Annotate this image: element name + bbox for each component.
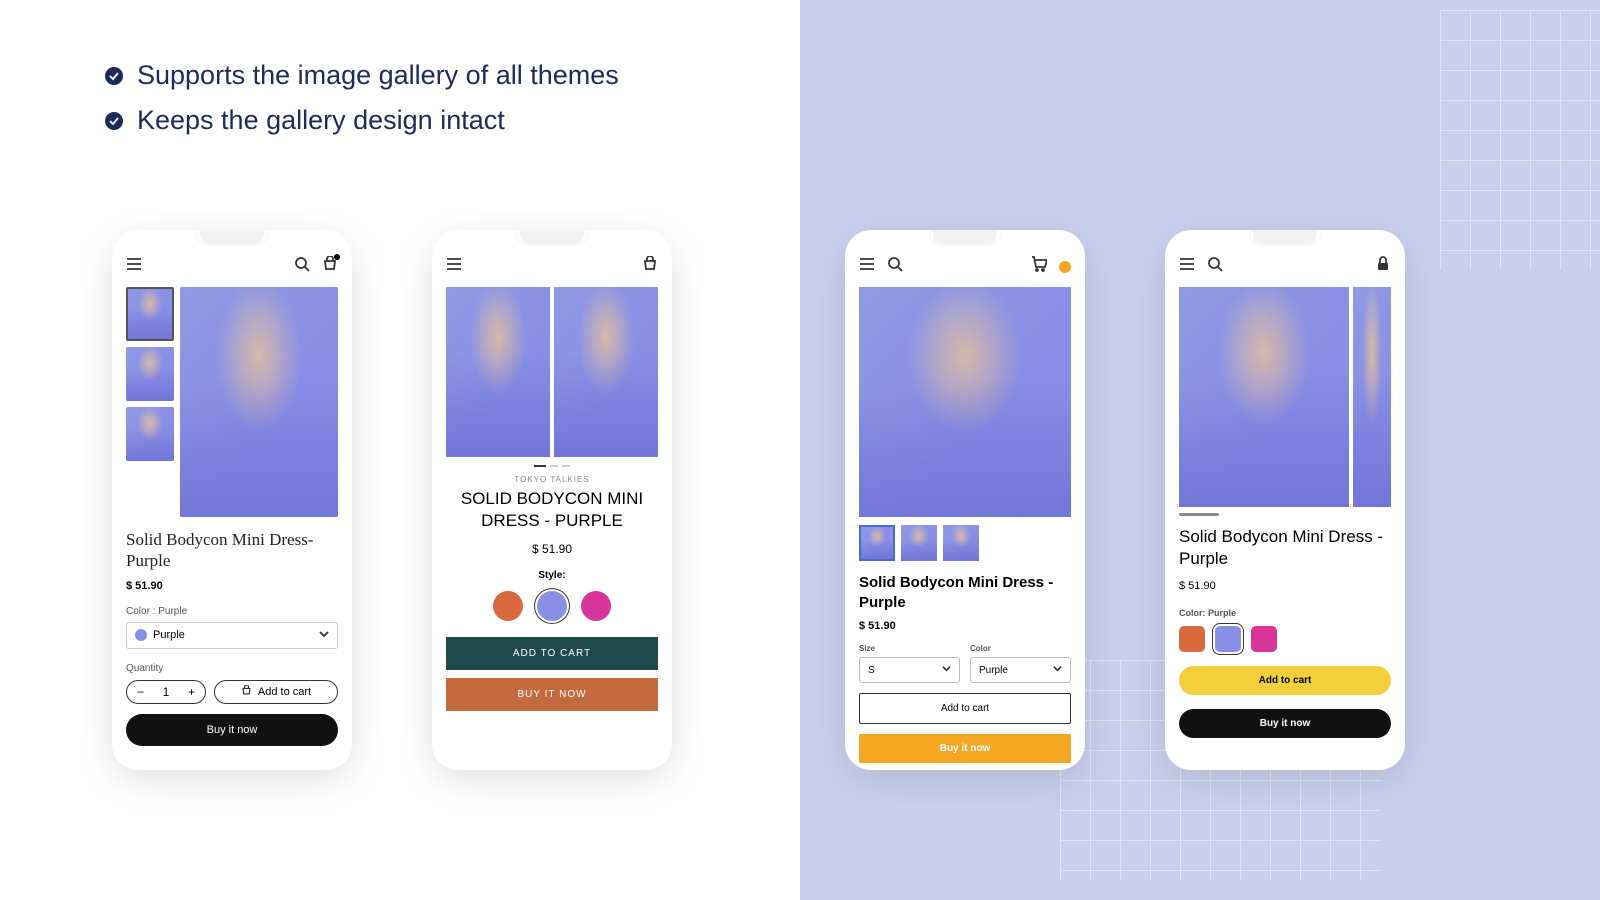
phone-notch [929, 230, 1001, 246]
search-icon[interactable] [887, 256, 903, 277]
search-icon[interactable] [1207, 256, 1223, 277]
phone-notch [196, 230, 268, 246]
left-panel: Supports the image gallery of all themes… [0, 0, 800, 900]
product-title: SOLID BODYCON MINI DRESS - PURPLE [446, 488, 658, 532]
menu-icon[interactable] [446, 256, 462, 277]
color-select[interactable]: Purple [126, 622, 338, 649]
color-select[interactable]: Purple [970, 657, 1071, 683]
thumbnail-list [859, 525, 1071, 561]
size-label: Size [859, 644, 960, 653]
add-to-cart-button[interactable]: Add to cart [859, 693, 1071, 724]
product-image[interactable] [554, 287, 658, 457]
style-label: Style: [446, 570, 658, 581]
right-panel: Solid Bodycon Mini Dress - Purple $ 51.9… [800, 0, 1600, 900]
cart-icon[interactable] [1031, 256, 1047, 277]
buy-now-button[interactable]: BUY IT NOW [446, 678, 658, 711]
product-image[interactable] [859, 287, 1071, 517]
topbar [1179, 256, 1391, 277]
phone-mockup-2: TOKYO TALKIES SOLID BODYCON MINI DRESS -… [432, 230, 672, 770]
bag-icon[interactable] [642, 256, 658, 277]
color-label: Color [970, 644, 1071, 653]
check-icon [105, 112, 123, 130]
image-gallery[interactable] [446, 287, 658, 457]
feature-text: Keeps the gallery design intact [137, 105, 505, 136]
add-to-cart-button[interactable]: Add to cart [214, 680, 338, 704]
feature-text: Supports the image gallery of all themes [137, 60, 619, 91]
menu-icon[interactable] [1179, 256, 1195, 277]
product-price: $ 51.90 [859, 620, 1071, 632]
product-image[interactable] [1353, 287, 1391, 507]
chevron-down-icon [319, 629, 329, 642]
topbar [859, 256, 1071, 277]
topbar [126, 256, 338, 277]
buy-now-button[interactable]: Buy it now [126, 714, 338, 746]
thumbnail[interactable] [943, 525, 979, 561]
thumbnail[interactable] [901, 525, 937, 561]
swatch-purple[interactable] [1215, 626, 1241, 652]
menu-icon[interactable] [126, 256, 142, 277]
phone-mockup-4: Solid Bodycon Mini Dress - Purple $ 51.9… [1165, 230, 1405, 770]
brand-name: TOKYO TALKIES [446, 475, 658, 484]
gallery-pagination [446, 465, 658, 467]
minus-icon[interactable]: − [137, 685, 144, 699]
size-select[interactable]: S [859, 657, 960, 683]
feature-item: Keeps the gallery design intact [105, 105, 800, 136]
product-price: $ 51.90 [1179, 580, 1391, 592]
thumbnail[interactable] [126, 347, 174, 401]
thumbnail-list [126, 287, 174, 517]
product-price: $ 51.90 [446, 542, 658, 556]
swatch-orange[interactable] [493, 591, 523, 621]
lock-icon[interactable] [1375, 256, 1391, 277]
page-dot[interactable] [550, 465, 558, 467]
chevron-down-icon [942, 664, 951, 676]
chevron-down-icon [1053, 664, 1062, 676]
color-swatches [1179, 626, 1391, 652]
check-icon [105, 67, 123, 85]
swatch-purple[interactable] [537, 591, 567, 621]
color-value: Purple [153, 629, 185, 641]
thumbnail[interactable] [859, 525, 895, 561]
swatch-orange[interactable] [1179, 626, 1205, 652]
swatch-pink[interactable] [1251, 626, 1277, 652]
feature-list: Supports the image gallery of all themes… [0, 0, 800, 136]
gallery-progress [1179, 513, 1219, 516]
color-label: Color: Purple [1179, 608, 1391, 618]
decorative-grid [1440, 10, 1600, 270]
product-title: Solid Bodycon Mini Dress - Purple [859, 573, 1071, 612]
topbar [446, 256, 658, 277]
product-title: Solid Bodycon Mini Dress- Purple [126, 529, 338, 572]
page-dot[interactable] [562, 465, 570, 467]
add-to-cart-button[interactable]: ADD TO CART [446, 637, 658, 670]
product-price: $ 51.90 [126, 580, 338, 592]
menu-icon[interactable] [859, 256, 875, 277]
product-title: Solid Bodycon Mini Dress - Purple [1179, 526, 1391, 570]
product-image[interactable] [446, 287, 550, 457]
product-image[interactable] [180, 287, 338, 517]
quantity-label: Quantity [126, 663, 338, 674]
feature-item: Supports the image gallery of all themes [105, 60, 800, 91]
user-avatar[interactable] [1059, 261, 1071, 273]
phone-mockup-1: Solid Bodycon Mini Dress- Purple $ 51.90… [112, 230, 352, 770]
search-icon[interactable] [294, 256, 310, 277]
product-image[interactable] [1179, 287, 1349, 507]
quantity-stepper[interactable]: − 1 + [126, 680, 206, 704]
phone-notch [516, 230, 588, 246]
phone-notch [1249, 230, 1321, 246]
page-dot[interactable] [534, 465, 546, 467]
add-to-cart-button[interactable]: Add to cart [1179, 666, 1391, 695]
phone-mockup-3: Solid Bodycon Mini Dress - Purple $ 51.9… [845, 230, 1085, 770]
quantity-value: 1 [163, 685, 170, 699]
color-label: Color : Purple [126, 606, 338, 617]
thumbnail[interactable] [126, 407, 174, 461]
swatch-pink[interactable] [581, 591, 611, 621]
image-gallery[interactable] [1179, 287, 1391, 507]
thumbnail[interactable] [126, 287, 174, 341]
buy-now-button[interactable]: Buy it now [1179, 709, 1391, 738]
bag-icon [241, 685, 252, 699]
cart-icon[interactable] [322, 256, 338, 277]
buy-now-button[interactable]: Buy it now [859, 734, 1071, 763]
color-swatches [446, 591, 658, 621]
plus-icon[interactable]: + [188, 685, 195, 699]
